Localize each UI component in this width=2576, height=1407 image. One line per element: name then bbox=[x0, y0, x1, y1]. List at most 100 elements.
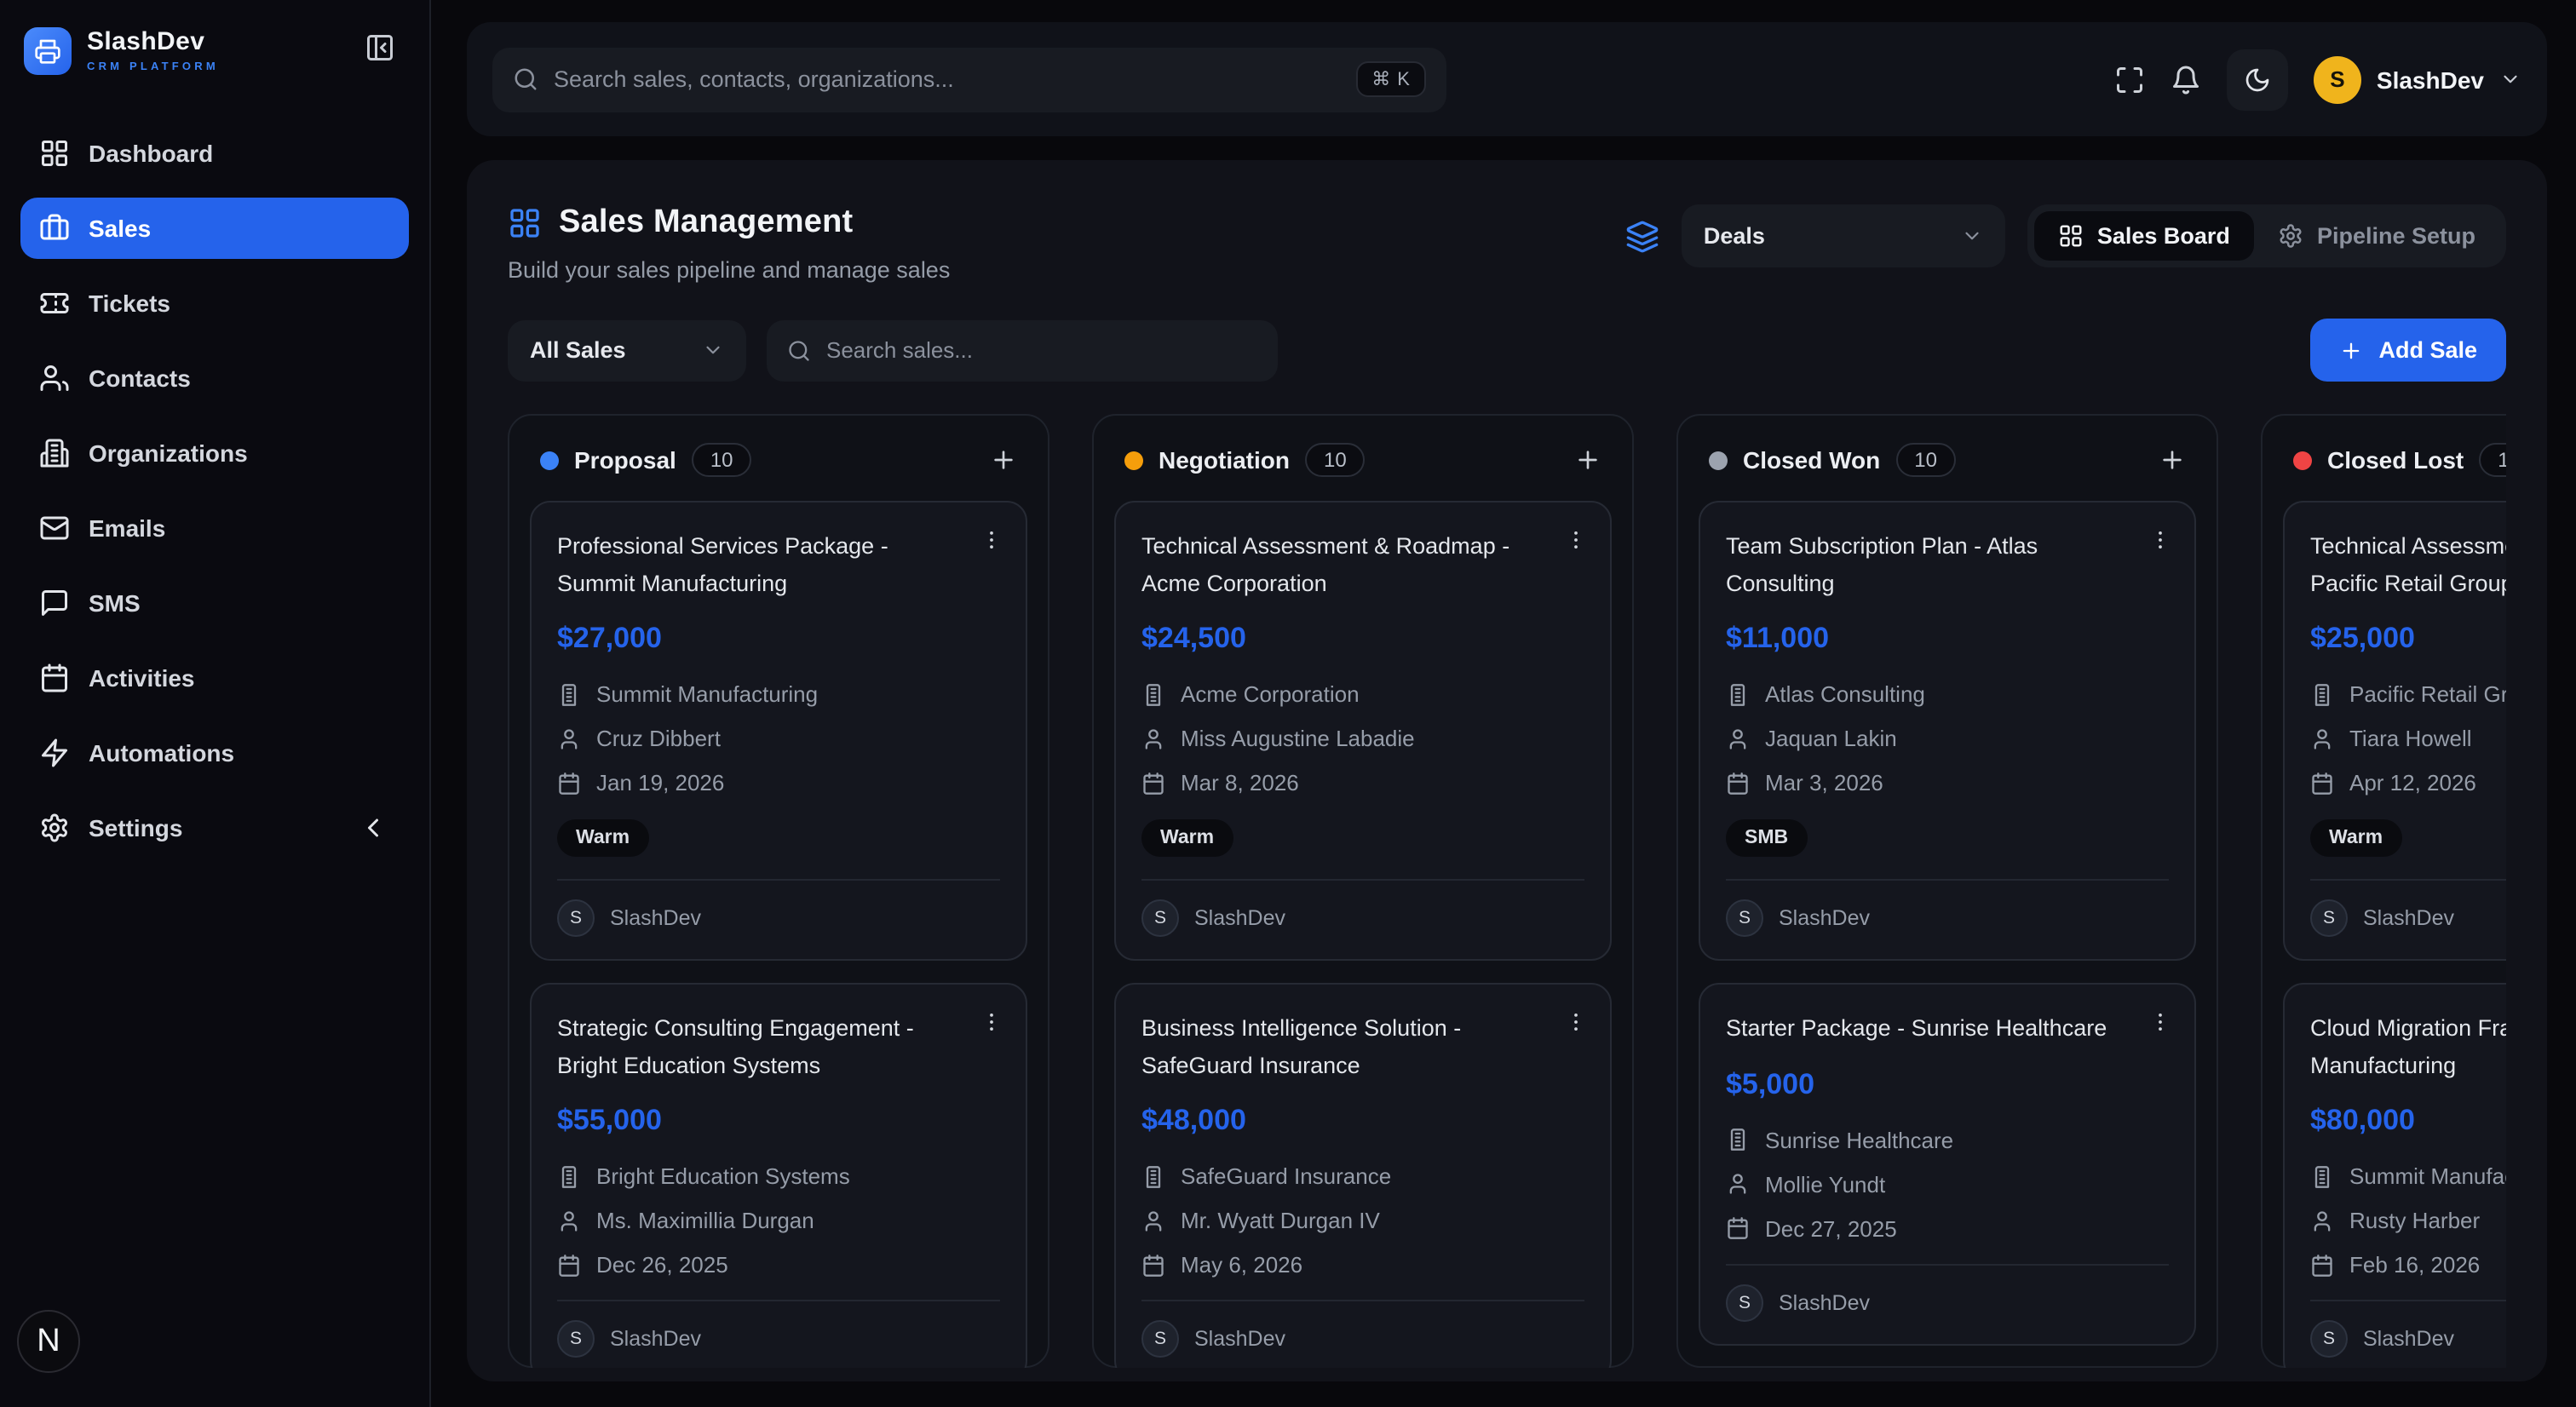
topbar: Search sales, contacts, organizations...… bbox=[467, 22, 2547, 136]
deal-card[interactable]: Strategic Consulting Engagement - Bright… bbox=[530, 983, 1027, 1368]
deal-contact: Jaquan Lakin bbox=[1765, 726, 1897, 751]
deal-card[interactable]: Team Subscription Plan - Atlas Consultin… bbox=[1699, 501, 2196, 961]
sidebar-item-dashboard[interactable]: Dashboard bbox=[20, 123, 409, 184]
chevron-down-icon bbox=[702, 339, 724, 361]
sidebar-item-label: Sales bbox=[89, 215, 151, 242]
sidebar-item-activities[interactable]: Activities bbox=[20, 647, 409, 709]
page-title: Sales Management bbox=[559, 204, 853, 242]
deal-contact: Mollie Yundt bbox=[1765, 1172, 1885, 1197]
tab-sales-board[interactable]: Sales Board bbox=[2034, 211, 2254, 261]
column-cards: Professional Services Package - Summit M… bbox=[530, 501, 1027, 1368]
user-icon bbox=[1141, 726, 1165, 750]
sidebar-item-tickets[interactable]: Tickets bbox=[20, 273, 409, 334]
grid-icon bbox=[508, 206, 542, 240]
deal-date-row: Mar 3, 2026 bbox=[1726, 770, 2169, 795]
fullscreen-icon[interactable] bbox=[2114, 64, 2145, 95]
building-icon bbox=[39, 438, 70, 468]
calendar-icon bbox=[2310, 771, 2334, 795]
calendar-icon bbox=[1726, 771, 1750, 795]
chevron-left-icon[interactable] bbox=[358, 813, 388, 843]
deal-contact: Rusty Harber bbox=[2349, 1209, 2480, 1234]
kanban-board: Proposal 10 Professional Services Packag… bbox=[508, 414, 2506, 1368]
more-vertical-icon[interactable] bbox=[1564, 1010, 1588, 1034]
deal-contact: Tiara Howell bbox=[2349, 726, 2472, 751]
deal-organization: Pacific Retail Group bbox=[2349, 681, 2506, 707]
more-vertical-icon[interactable] bbox=[2148, 1010, 2172, 1034]
sidebar-item-automations[interactable]: Automations bbox=[20, 722, 409, 784]
users-icon bbox=[39, 363, 70, 393]
column-status-dot bbox=[2293, 451, 2312, 469]
page-subtitle: Build your sales pipeline and manage sal… bbox=[508, 257, 950, 283]
deal-contact-row: Jaquan Lakin bbox=[1726, 726, 2169, 751]
bell-icon[interactable] bbox=[2171, 64, 2201, 95]
sales-filter-select[interactable]: All Sales bbox=[508, 319, 746, 381]
sidebar-item-label: Contacts bbox=[89, 365, 191, 392]
deal-card[interactable]: Professional Services Package - Summit M… bbox=[530, 501, 1027, 961]
sidebar-nav: Dashboard Sales Tickets Contacts Organiz… bbox=[20, 123, 409, 859]
owner-name: SlashDev bbox=[2363, 906, 2454, 930]
nextjs-dev-badge[interactable]: N bbox=[17, 1310, 80, 1373]
building-icon bbox=[1726, 1128, 1750, 1152]
add-card-icon[interactable] bbox=[990, 446, 1017, 474]
owner-avatar: S bbox=[557, 899, 595, 937]
sidebar-item-emails[interactable]: Emails bbox=[20, 497, 409, 559]
building-icon bbox=[1726, 682, 1750, 706]
gear-icon bbox=[2278, 223, 2303, 249]
sidebar-item-sales[interactable]: Sales bbox=[20, 198, 409, 259]
card-footer: S SlashDev bbox=[2310, 1302, 2506, 1358]
tab-pipeline-setup[interactable]: Pipeline Setup bbox=[2254, 211, 2499, 261]
sales-search-input[interactable]: Search sales... bbox=[767, 319, 1278, 381]
column-cards: Team Subscription Plan - Atlas Consultin… bbox=[1699, 501, 2196, 1346]
add-card-icon[interactable] bbox=[1574, 446, 1601, 474]
deal-organization-row: SafeGuard Insurance bbox=[1141, 1164, 1584, 1190]
app-tagline: CRM PLATFORM bbox=[87, 61, 219, 73]
owner-avatar: S bbox=[1726, 899, 1763, 937]
more-vertical-icon[interactable] bbox=[2148, 528, 2172, 552]
user-avatar: S bbox=[2314, 55, 2361, 103]
add-sale-button[interactable]: Add Sale bbox=[2310, 319, 2506, 382]
deal-card[interactable]: Cloud Migration Framework - Summit Manuf… bbox=[2283, 983, 2506, 1368]
global-search-input[interactable]: Search sales, contacts, organizations...… bbox=[492, 47, 1446, 112]
deal-organization: Sunrise Healthcare bbox=[1765, 1128, 1953, 1153]
deal-date-row: Apr 12, 2026 bbox=[2310, 770, 2506, 795]
deal-card[interactable]: Starter Package - Sunrise Healthcare $5,… bbox=[1699, 983, 2196, 1345]
sales-filter-value: All Sales bbox=[530, 337, 626, 363]
owner-avatar: S bbox=[2310, 899, 2348, 937]
more-vertical-icon[interactable] bbox=[980, 528, 1003, 552]
deal-contact: Cruz Dibbert bbox=[596, 726, 721, 751]
sidebar-item-contacts[interactable]: Contacts bbox=[20, 347, 409, 409]
sidebar-item-organizations[interactable]: Organizations bbox=[20, 422, 409, 484]
deal-card[interactable]: Technical Assessment & Roadmap - Pacific… bbox=[2283, 501, 2506, 961]
deal-title: Starter Package - Sunrise Healthcare bbox=[1726, 1010, 2169, 1047]
calendar-icon bbox=[557, 1254, 581, 1278]
deal-organization: Atlas Consulting bbox=[1765, 681, 1925, 707]
deal-amount: $27,000 bbox=[557, 622, 1000, 656]
more-vertical-icon[interactable] bbox=[980, 1010, 1003, 1034]
deal-title: Business Intelligence Solution - SafeGua… bbox=[1141, 1010, 1584, 1083]
theme-toggle-button[interactable] bbox=[2227, 49, 2288, 110]
deal-card[interactable]: Business Intelligence Solution - SafeGua… bbox=[1114, 983, 1612, 1368]
sidebar-item-sms[interactable]: SMS bbox=[20, 572, 409, 634]
deal-contact-row: Rusty Harber bbox=[2310, 1209, 2506, 1234]
add-card-icon[interactable] bbox=[2159, 446, 2186, 474]
deal-card[interactable]: Technical Assessment & Roadmap - Acme Co… bbox=[1114, 501, 1612, 961]
building-icon bbox=[2310, 682, 2334, 706]
building-icon bbox=[2310, 1165, 2334, 1189]
logo-icon bbox=[24, 27, 72, 75]
user-menu[interactable]: S SlashDev bbox=[2314, 55, 2521, 103]
owner-name: SlashDev bbox=[1779, 906, 1870, 930]
more-vertical-icon[interactable] bbox=[1564, 528, 1588, 552]
deal-date-row: Mar 8, 2026 bbox=[1141, 770, 1584, 795]
deal-date: Mar 8, 2026 bbox=[1181, 770, 1299, 795]
deal-organization-row: Sunrise Healthcare bbox=[1726, 1128, 2169, 1153]
sidebar-item-settings[interactable]: Settings bbox=[20, 797, 409, 859]
user-name: SlashDev bbox=[2377, 66, 2484, 93]
deal-date: Dec 27, 2025 bbox=[1765, 1216, 1897, 1242]
sales-panel: Sales Management Build your sales pipeli… bbox=[467, 160, 2547, 1381]
column-header: Closed Won 10 bbox=[1699, 436, 2196, 477]
sales-search-placeholder: Search sales... bbox=[826, 337, 973, 363]
column-count-badge: 10 bbox=[692, 443, 752, 477]
deal-date-row: Feb 16, 2026 bbox=[2310, 1253, 2506, 1278]
sidebar-collapse-icon[interactable] bbox=[365, 32, 395, 63]
entity-select[interactable]: Deals bbox=[1682, 204, 2005, 267]
